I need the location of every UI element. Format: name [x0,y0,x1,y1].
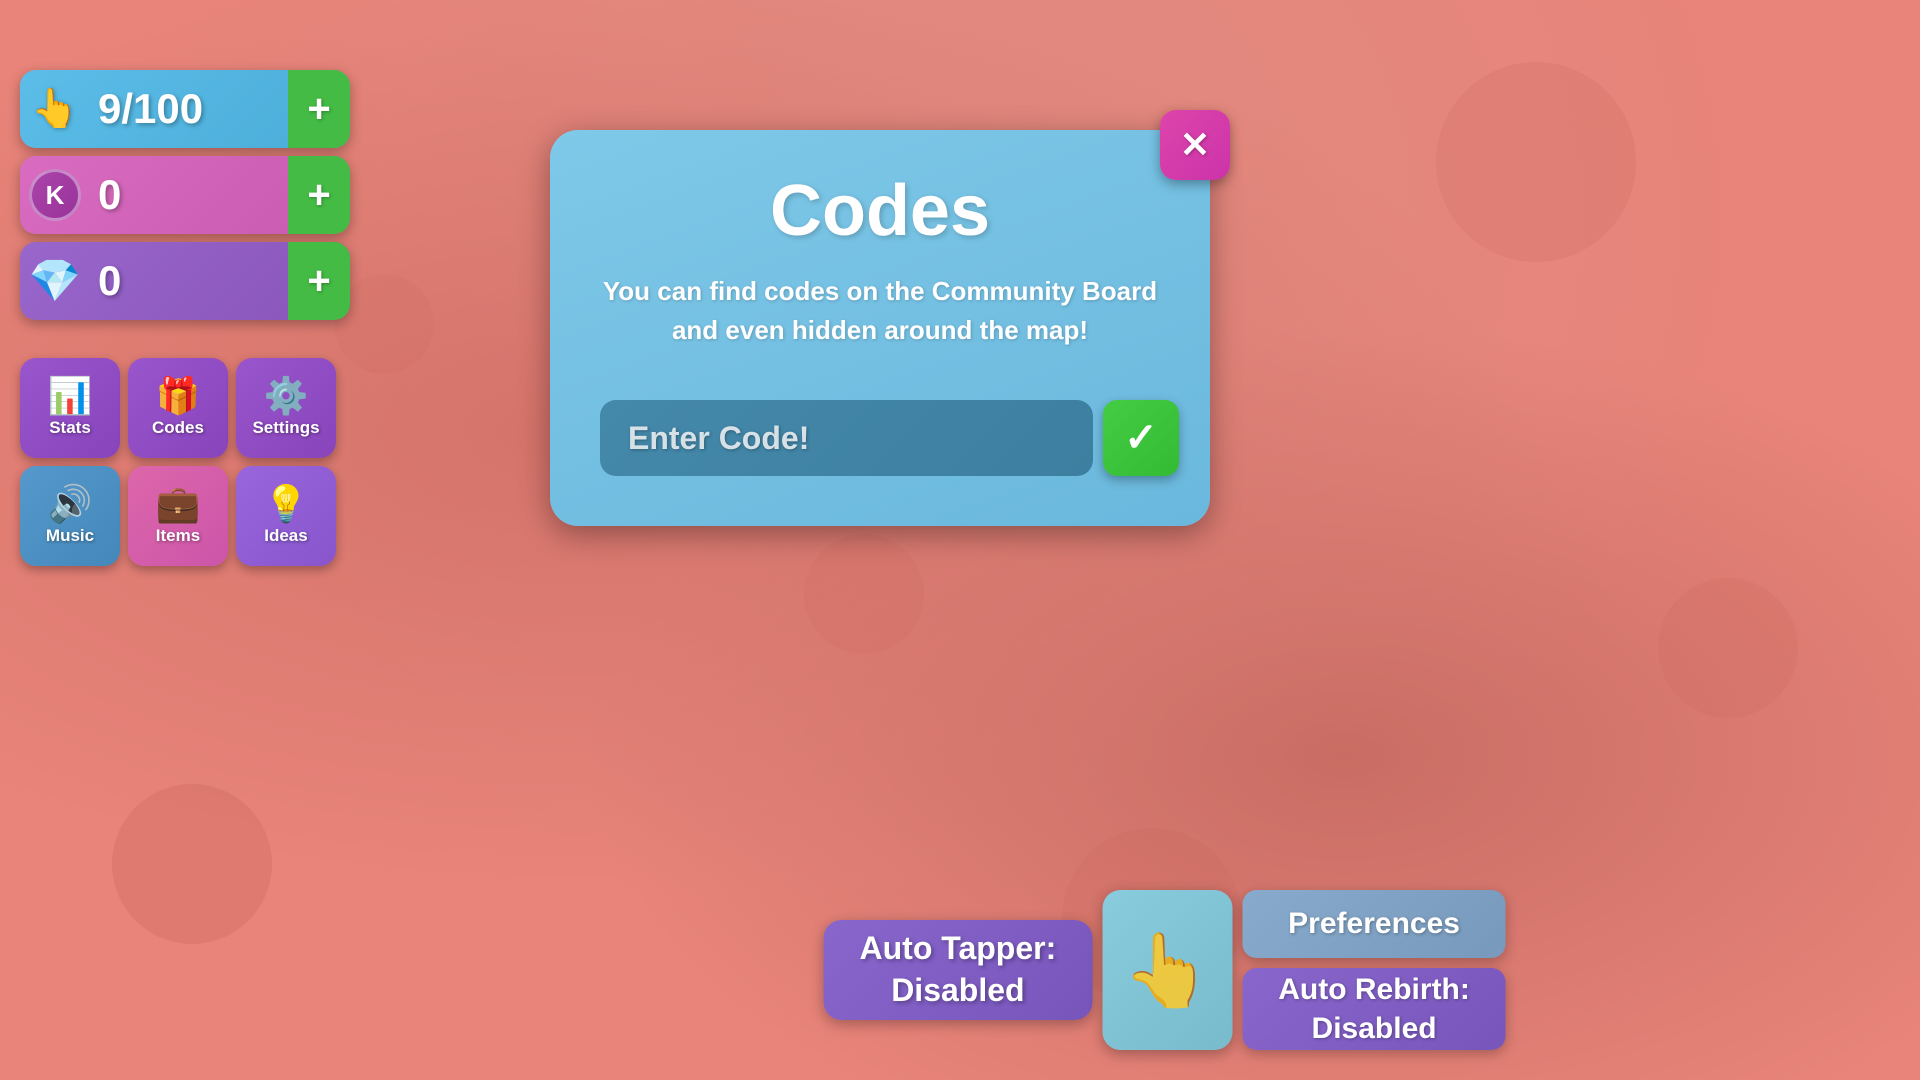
modal-title: Codes [600,170,1160,252]
settings-icon: ⚙️ [264,378,309,414]
ideas-button[interactable]: 💡 Ideas [236,466,336,566]
diamonds-plus-button[interactable]: + [288,242,350,320]
tap-hand-icon: 👆 [1122,928,1212,1013]
clicks-plus-button[interactable]: + [288,70,350,148]
stats-label: Stats [49,418,91,438]
right-column: Preferences Auto Rebirth: Disabled [1242,890,1506,1050]
close-button[interactable]: ✕ [1160,110,1230,180]
codes-icon: 🎁 [156,378,201,414]
settings-label: Settings [252,418,319,438]
stats-button[interactable]: 📊 Stats [20,358,120,458]
code-submit-button[interactable]: ✓ [1103,400,1179,476]
k-currency-value: 0 [90,171,288,219]
preferences-button[interactable]: Preferences [1242,890,1506,958]
music-button[interactable]: 🔊 Music [20,466,120,566]
k-currency-counter-bar: K 0 + [20,156,350,234]
menu-buttons-grid: 📊 Stats 🎁 Codes ⚙️ Settings 🔊 Music 💼 It… [20,358,336,566]
k-currency-plus-button[interactable]: + [288,156,350,234]
ideas-label: Ideas [264,526,307,546]
music-label: Music [46,526,94,546]
ideas-icon: 💡 [264,486,309,522]
auto-tapper-label: Auto Tapper: Disabled [860,928,1057,1011]
tap-icon-button[interactable]: 👆 [1102,890,1232,1050]
diamond-icon: 💎 [20,242,90,320]
clicks-value: 9/100 [90,85,288,133]
stats-icon: 📊 [48,378,93,414]
items-button[interactable]: 💼 Items [128,466,228,566]
codes-button[interactable]: 🎁 Codes [128,358,228,458]
music-icon: 🔊 [48,486,93,522]
diamonds-value: 0 [90,257,288,305]
top-left-panel: 👆 9/100 + K 0 + 💎 0 + [20,70,350,320]
checkmark-icon: ✓ [1124,415,1158,461]
auto-tapper-button[interactable]: Auto Tapper: Disabled [824,920,1093,1020]
code-input[interactable] [600,400,1093,476]
codes-label: Codes [152,418,204,438]
auto-rebirth-button[interactable]: Auto Rebirth: Disabled [1242,968,1506,1050]
codes-modal: ✕ Codes You can find codes on the Commun… [550,130,1210,526]
diamonds-counter-bar: 💎 0 + [20,242,350,320]
preferences-label: Preferences [1288,907,1460,941]
auto-rebirth-label: Auto Rebirth: Disabled [1278,970,1470,1048]
k-badge-icon: K [20,156,90,234]
code-input-row: ✓ [600,400,1160,476]
items-label: Items [156,526,200,546]
hand-icon: 👆 [20,70,90,148]
modal-description: You can find codes on the Community Boar… [600,272,1160,350]
settings-button[interactable]: ⚙️ Settings [236,358,336,458]
clicks-counter-bar: 👆 9/100 + [20,70,350,148]
bottom-panel: Auto Tapper: Disabled 👆 Preferences Auto… [824,890,1506,1050]
items-icon: 💼 [156,486,201,522]
